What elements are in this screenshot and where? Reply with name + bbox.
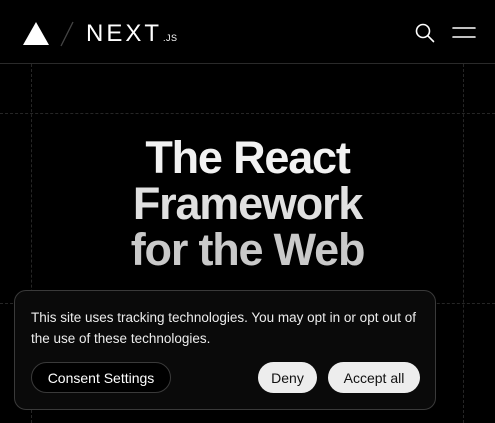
vercel-triangle-icon [23, 22, 49, 45]
menu-button[interactable] [452, 24, 476, 42]
grid-line [0, 113, 495, 114]
nextjs-logo-link[interactable]: NEXT .JS [86, 20, 178, 46]
brand-suffix: .JS [163, 33, 178, 43]
consent-settings-button[interactable]: Consent Settings [31, 362, 171, 393]
hero-line: for the Web [130, 224, 366, 275]
search-button[interactable] [414, 22, 436, 44]
search-icon [415, 23, 435, 43]
vercel-logo-link[interactable] [23, 22, 49, 45]
deny-button[interactable]: Deny [258, 362, 317, 393]
menu-icon [452, 27, 476, 38]
hero-line: Framework [132, 178, 363, 229]
hero-heading: The React Framework for the Web [0, 135, 495, 273]
consent-banner: This site uses tracking technologies. Yo… [14, 290, 436, 410]
accept-all-button[interactable]: Accept all [328, 362, 420, 393]
hero-line: The React [145, 132, 350, 183]
consent-message: This site uses tracking technologies. Yo… [31, 310, 416, 346]
site-header: NEXT .JS [0, 0, 495, 64]
brand-wordmark: NEXT [86, 20, 163, 47]
divider-slash-icon [60, 21, 74, 47]
page: NEXT .JS The React Framework for the Web… [0, 0, 495, 423]
